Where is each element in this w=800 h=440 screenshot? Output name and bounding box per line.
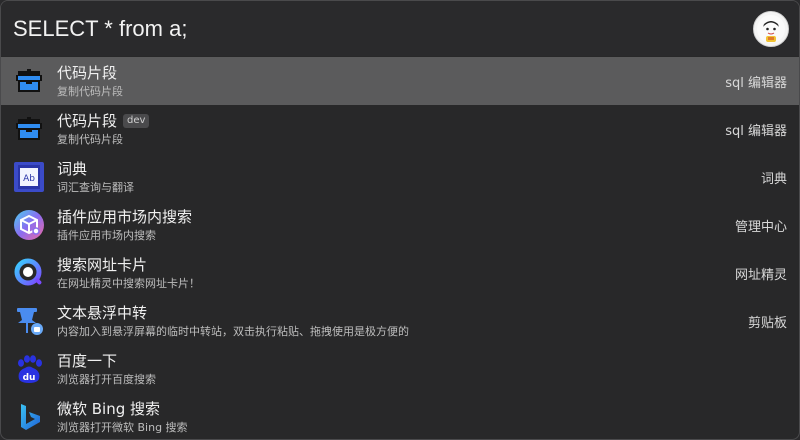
bing-icon <box>13 401 45 433</box>
search-bar <box>1 1 799 56</box>
dev-badge: dev <box>123 114 150 128</box>
dictionary-icon: Ab <box>13 161 45 193</box>
item-title: 文本悬浮中转 <box>57 303 148 322</box>
item-subtitle: 插件应用市场内搜索 <box>57 228 156 242</box>
url-search-icon <box>13 257 45 289</box>
item-title: 词典 <box>57 159 88 178</box>
item-source: 词典 <box>760 171 787 187</box>
item-subtitle: 浏览器打开微软 Bing 搜索 <box>57 420 188 434</box>
item-title: 代码片段 <box>57 63 118 82</box>
avatar-icon <box>757 14 785 43</box>
list-item[interactable]: 文本悬浮中转 内容加入到悬浮屏幕的临时中转站，双击执行粘贴、拖拽使用是极方便的 … <box>1 297 799 345</box>
item-source: sql 编辑器 <box>725 123 787 139</box>
item-title: 百度一下 <box>57 351 118 370</box>
item-subtitle: 在网址精灵中搜索网址卡片！ <box>57 276 200 290</box>
list-item[interactable]: 微软 Bing 搜索 浏览器打开微软 Bing 搜索 <box>1 393 799 439</box>
list-item[interactable]: 搜索网址卡片 在网址精灵中搜索网址卡片！ 网址精灵 <box>1 249 799 297</box>
snippet-box-icon <box>13 65 45 97</box>
list-item[interactable]: 代码片段 dev 复制代码片段 sql 编辑器 <box>1 105 799 153</box>
item-subtitle: 浏览器打开百度搜索 <box>57 372 156 386</box>
svg-text:Ab: Ab <box>23 174 35 184</box>
list-item[interactable]: 插件应用市场内搜索 插件应用市场内搜索 管理中心 <box>1 201 799 249</box>
item-source: 剪贴板 <box>747 315 787 331</box>
item-title: 微软 Bing 搜索 <box>57 399 161 418</box>
item-source: sql 编辑器 <box>725 75 787 91</box>
item-source: 网址精灵 <box>734 267 787 283</box>
baidu-icon: du <box>13 353 45 385</box>
item-subtitle: 复制代码片段 <box>57 84 123 98</box>
search-input[interactable] <box>13 15 753 42</box>
launcher-window: 代码片段 复制代码片段 sql 编辑器 <box>0 0 800 440</box>
result-list: 代码片段 复制代码片段 sql 编辑器 代码片段 dev 复制代码片段 sql … <box>1 57 799 439</box>
svg-text:du: du <box>23 373 36 383</box>
list-item[interactable]: 代码片段 复制代码片段 sql 编辑器 <box>1 57 799 105</box>
list-item[interactable]: Ab 词典 词汇查询与翻译 词典 <box>1 153 799 201</box>
item-subtitle: 词汇查询与翻译 <box>57 180 134 194</box>
avatar[interactable] <box>753 10 789 47</box>
list-item[interactable]: du 百度一下 浏览器打开百度搜索 <box>1 345 799 393</box>
item-title: 代码片段 dev <box>57 112 715 131</box>
plugin-market-search-icon <box>13 209 45 241</box>
item-title: 插件应用市场内搜索 <box>57 207 193 226</box>
item-source: 管理中心 <box>734 219 787 235</box>
item-subtitle: 内容加入到悬浮屏幕的临时中转站，双击执行粘贴、拖拽使用是极方便的 <box>57 324 409 338</box>
item-title: 搜索网址卡片 <box>57 255 148 274</box>
pin-icon <box>13 305 45 337</box>
snippet-box-icon <box>13 113 45 145</box>
item-subtitle: 复制代码片段 <box>57 132 123 146</box>
